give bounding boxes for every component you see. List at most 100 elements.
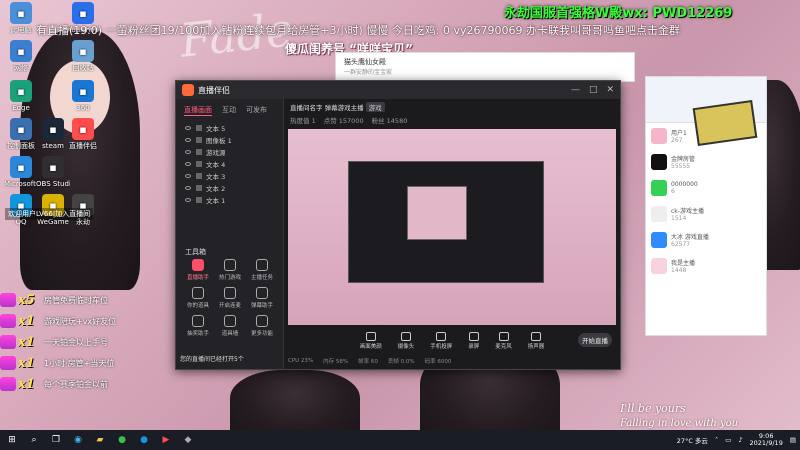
visibility-icon[interactable] [185, 186, 191, 190]
weather-label[interactable]: 27°C 多云 [677, 435, 708, 445]
tool-item[interactable]: 你的道具 [182, 287, 214, 309]
tab-interact[interactable]: 互动 [222, 105, 236, 116]
app-logo-icon [182, 84, 194, 96]
control-panel-icon: ▪ [10, 118, 32, 140]
tool-label: 主播任务 [250, 275, 273, 281]
tab-scene[interactable]: 直播画面 [184, 105, 212, 116]
edge-taskbar-icon[interactable]: ◉ [70, 433, 86, 447]
gift-item: x1 每个赛季铂金以前 [0, 374, 150, 394]
explorer-taskbar-icon[interactable]: ▰ [92, 433, 108, 447]
desktop-icon[interactable]: ▪ OBS Studio [36, 156, 70, 188]
notification-icon[interactable]: ▤ [790, 436, 796, 444]
live-taskbar-icon[interactable]: ▶ [158, 433, 174, 447]
contact-count: 1514 [671, 215, 687, 222]
desktop-icon[interactable]: ▪ Microsoft Edge [4, 156, 38, 188]
windows-start-icon[interactable]: ⊞ [4, 433, 20, 447]
desktop-icon-label: 控制面板 [7, 142, 35, 150]
search-icon[interactable]: ⌕ [26, 433, 42, 447]
contact-row[interactable]: ck-游戏主播 1514 [646, 201, 766, 227]
desktop-icon[interactable]: ▪ 此电脑 [4, 2, 38, 34]
desktop-icon-label: Microsoft Edge [4, 180, 38, 188]
desktop-icon[interactable]: ▪ 直播伴侣 [66, 118, 100, 150]
edge2-icon: ▪ [10, 156, 32, 178]
control-icon [498, 332, 509, 341]
contact-row[interactable]: 我是主播 1448 [646, 253, 766, 279]
steam-taskbar-icon[interactable]: ◆ [180, 433, 196, 447]
qq-taskbar-icon[interactable]: ● [136, 433, 152, 447]
source-item[interactable]: 文本 5 [176, 122, 283, 134]
chat-app-header[interactable]: 猫头鹰仙女殿 一群安静的宝宝家 [335, 52, 635, 82]
visibility-icon[interactable] [185, 174, 191, 178]
tab-publish[interactable]: 可发布 [246, 105, 267, 116]
minimize-icon[interactable]: — [571, 85, 580, 95]
desktop-icon[interactable]: ▪ 360 [66, 80, 100, 112]
tool-item[interactable]: 主播任务 [246, 259, 278, 281]
close-icon[interactable]: ✕ [606, 85, 614, 95]
source-item[interactable]: 游戏源 [176, 146, 283, 158]
control-button[interactable]: 画面美颜 [360, 332, 382, 350]
source-item[interactable]: 文本 1 [176, 194, 283, 206]
live-icon: ▪ [72, 118, 94, 140]
tool-item[interactable]: 直播助手 [182, 259, 214, 281]
tool-item[interactable]: 道具墙 [214, 315, 246, 337]
contact-name: 我是主播 [671, 260, 696, 267]
desktop-icon[interactable]: ▪ steam [36, 118, 70, 150]
tool-item[interactable]: 弹幕助手 [246, 287, 278, 309]
volume-icon[interactable]: ♪ [738, 436, 742, 444]
visibility-icon[interactable] [185, 126, 191, 130]
desktop-icon-label: steam [42, 142, 64, 150]
control-button[interactable]: 录屏 [468, 332, 479, 350]
avatar [651, 180, 667, 196]
live-companion-window[interactable]: 直播伴侣 — □ ✕ 直播画面 互动 可发布 文本 5 图像板 1 游戏源 文本 4 文… [175, 80, 621, 370]
gift-icon [0, 293, 16, 307]
desktop-icon[interactable]: ▪ 控制面板 [4, 118, 38, 150]
control-button[interactable]: 摄像头 [398, 332, 414, 350]
contact-name: 用户1 [671, 130, 687, 137]
network-icon: ▪ [10, 40, 32, 62]
maximize-icon[interactable]: □ [589, 85, 598, 95]
browser-icon: ▪ [72, 80, 94, 102]
start-live-button[interactable]: 开始直播 [578, 333, 612, 347]
tool-item[interactable]: 开启连麦 [214, 287, 246, 309]
desktop-icon[interactable]: ▪ Edge [4, 80, 38, 112]
source-item[interactable]: 图像板 1 [176, 134, 283, 146]
tool-label: 道具墙 [221, 331, 239, 337]
contact-name: 大冰 游戏直播 [671, 234, 709, 241]
room-tag[interactable]: 游戏 [365, 102, 385, 112]
tray-chevron-icon[interactable]: ˄ [715, 436, 718, 444]
visibility-icon[interactable] [185, 198, 191, 202]
tool-label: 弹幕助手 [250, 303, 273, 309]
desktop-icon-label: 回收站 [72, 64, 94, 72]
source-item[interactable]: 文本 2 [176, 182, 283, 194]
tool-item[interactable]: 更多功能 [246, 315, 278, 337]
stream-preview[interactable] [288, 129, 616, 325]
wechat-taskbar-icon[interactable]: ● [114, 433, 130, 447]
pc-icon: ▪ [10, 2, 32, 24]
tool-item[interactable]: 热门游戏 [214, 259, 246, 281]
contact-row[interactable]: 大冰 游戏直播 62577 [646, 227, 766, 253]
control-button[interactable]: 扬声器 [528, 332, 544, 350]
control-button[interactable]: 手机投屏 [430, 332, 452, 350]
desktop-icon[interactable]: ▪ 网络 [4, 40, 38, 72]
network-icon[interactable]: ▭ [725, 436, 731, 444]
task-view-icon[interactable]: ❐ [48, 433, 64, 447]
wallpaper-caption-1: I'll be yours [620, 402, 686, 415]
control-label: 画面美颜 [359, 344, 382, 350]
tool-item[interactable]: 抽奖助手 [182, 315, 214, 337]
window-titlebar[interactable]: 直播伴侣 — □ ✕ [176, 81, 620, 99]
visibility-icon[interactable] [185, 150, 191, 154]
desktop-icon[interactable]: ▪ 回收站 [66, 40, 100, 72]
source-item[interactable]: 文本 3 [176, 170, 283, 182]
visibility-icon[interactable] [185, 138, 191, 142]
control-button[interactable]: 麦克风 [495, 332, 512, 350]
visibility-icon[interactable] [185, 162, 191, 166]
kuaishou-icon: ▪ [72, 2, 94, 24]
clock[interactable]: 9:06 2021/9/19 [750, 433, 783, 447]
taskbar: ⊞ ⌕ ❐ ◉ ▰ ● ● ▶ ◆ 27°C 多云 ˄ ▭ ♪ 9:06 202… [0, 430, 800, 450]
contact-row[interactable]: 0000000 6 [646, 175, 766, 201]
stat-fans: 粉丝 14580 [371, 117, 408, 125]
room-title[interactable]: 直播间名字 弹幕游戏主播 [290, 104, 364, 112]
control-icon [436, 332, 447, 341]
source-item[interactable]: 文本 4 [176, 158, 283, 170]
contact-row[interactable]: 金牌房管 55555 [646, 149, 766, 175]
